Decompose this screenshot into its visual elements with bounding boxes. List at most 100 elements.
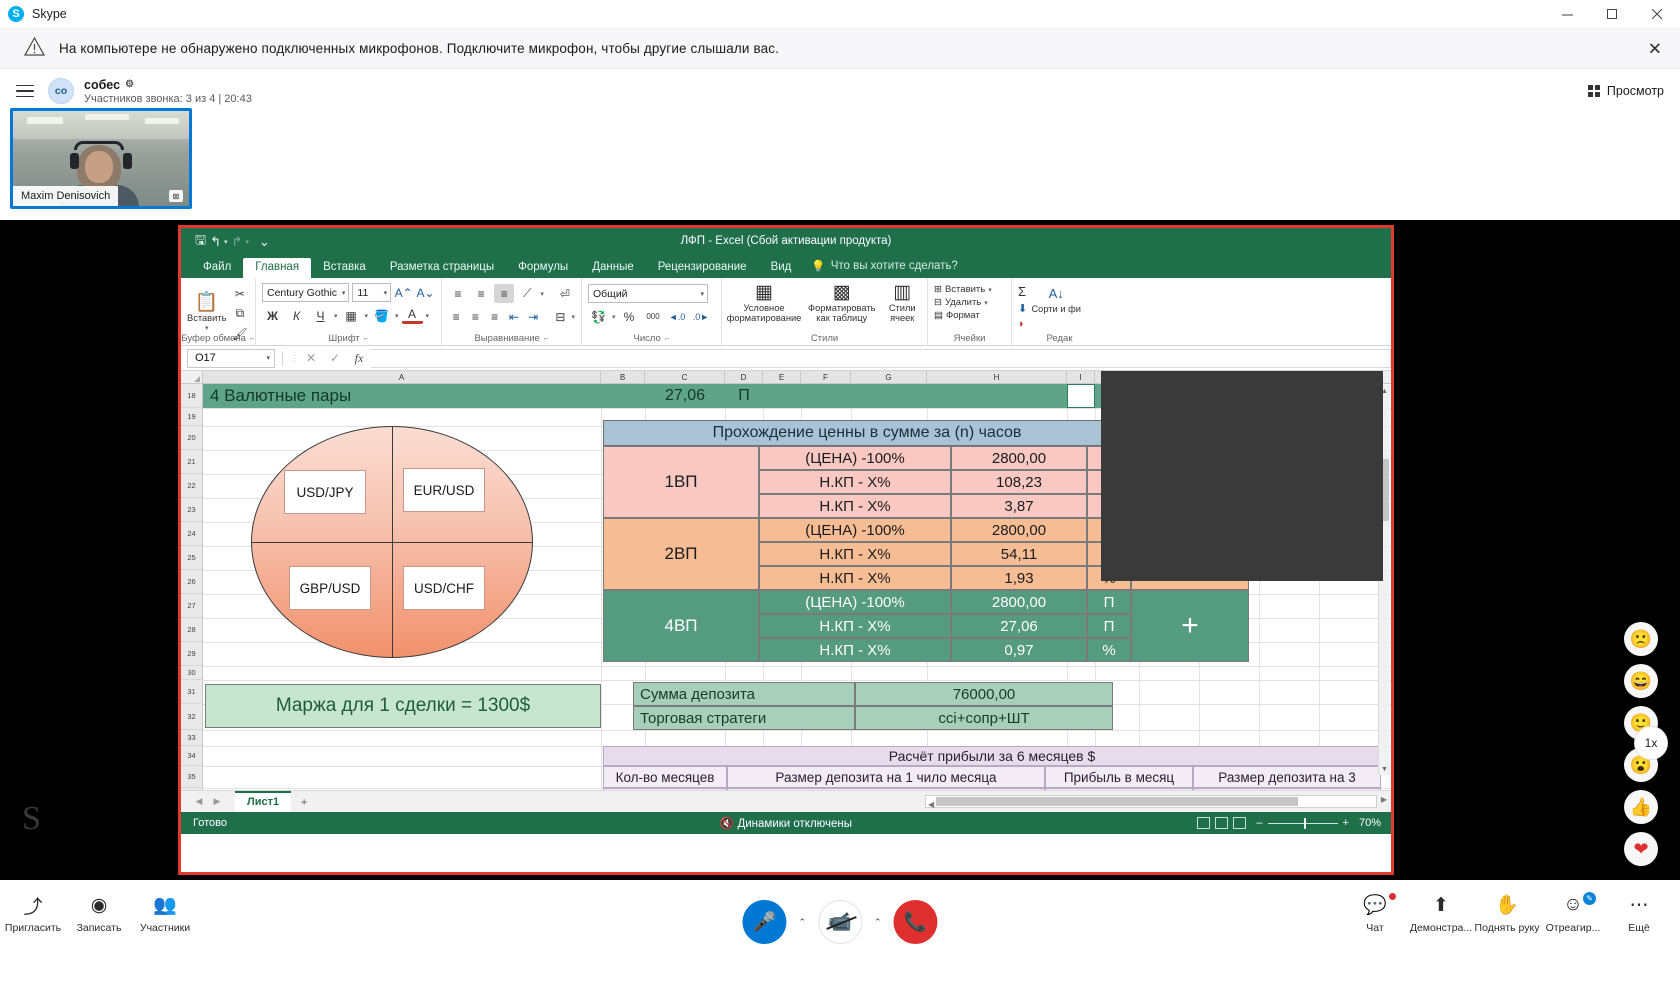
dialog-launcher-icon[interactable]: ⌐ <box>544 334 549 343</box>
group3-row1-value[interactable]: 2800,00 <box>951 590 1087 614</box>
column-header-f[interactable]: F <box>801 371 851 383</box>
font-name-combo[interactable]: Century Gothic ▾ <box>262 283 350 302</box>
group3-row2-unit[interactable]: П <box>1087 614 1131 638</box>
merge-cells-icon[interactable]: ⊟ <box>552 307 568 326</box>
orientation-dropdown-icon[interactable]: ▾ <box>540 290 544 298</box>
tab-view[interactable]: Вид <box>759 258 804 278</box>
screen-share-button[interactable]: ⬆ Демонстра... <box>1408 894 1474 935</box>
page-layout-view-icon[interactable] <box>1215 817 1229 829</box>
cell-i18-selected[interactable] <box>1067 384 1095 408</box>
paste-button[interactable]: 📋 Вставить ▾ <box>187 293 226 332</box>
page-break-view-icon[interactable] <box>1233 817 1247 829</box>
zoom-track[interactable] <box>1267 817 1338 829</box>
tab-insert[interactable]: Вставка <box>311 258 378 278</box>
gear-icon[interactable]: ⚙ <box>125 79 134 90</box>
undo-dropdown-icon[interactable]: ▾ <box>224 238 228 246</box>
group-name-4vp[interactable]: 4ВП <box>603 590 759 662</box>
row-header[interactable]: 34 <box>181 746 202 766</box>
tab-review[interactable]: Рецензирование <box>646 258 759 278</box>
cell-c18[interactable]: 27,06 <box>645 384 725 408</box>
column-header-e[interactable]: E <box>763 371 801 383</box>
copy-icon[interactable]: ⧉ <box>229 304 250 323</box>
shared-excel-window[interactable]: 🖫 ↰ ▾ ↱ ▾ ⌄ ЛФП - Excel (Сбой активации пр… <box>178 225 1394 875</box>
prev-sheet-icon[interactable]: ◀ <box>191 796 207 807</box>
chevron-down-icon[interactable]: ▾ <box>697 290 704 298</box>
row-header[interactable]: 32 <box>181 704 202 730</box>
decrease-indent-icon[interactable]: ⇤ <box>506 307 522 326</box>
zoom-slider[interactable]: – + <box>1256 817 1349 829</box>
group3-row3-unit[interactable]: % <box>1087 638 1131 662</box>
font-color-dropdown-icon[interactable]: ▾ <box>426 312 430 320</box>
group1-row1-value[interactable]: 2800,00 <box>951 446 1087 470</box>
row-header[interactable]: 21 <box>181 450 202 474</box>
cancel-edit-icon[interactable]: ✕ <box>299 351 323 365</box>
view-mode-buttons[interactable] <box>1197 817 1247 829</box>
number-format-combo[interactable]: Общий ▾ <box>588 284 708 303</box>
comma-style-icon[interactable]: 000 <box>643 307 664 326</box>
row-header[interactable]: 19 <box>181 408 202 426</box>
horizontal-scrollbar-thumb[interactable] <box>936 797 1298 806</box>
row-header[interactable]: 31 <box>181 680 202 704</box>
record-button[interactable]: ◉ Записать <box>66 894 132 935</box>
row-header[interactable]: 22 <box>181 474 202 498</box>
group1-row3-value[interactable]: 3,87 <box>951 494 1087 518</box>
align-middle-icon[interactable]: ≡ <box>471 284 491 303</box>
merge-dropdown-icon[interactable]: ▾ <box>572 313 576 321</box>
group2-row3-value[interactable]: 1,93 <box>951 566 1087 590</box>
accept-edit-icon[interactable]: ✓ <box>323 351 347 365</box>
borders-icon[interactable]: ▦ <box>341 306 362 325</box>
percent-style-icon[interactable]: % <box>619 307 640 326</box>
camera-button[interactable]: 📹 <box>818 900 862 944</box>
orientation-icon[interactable]: ⟋ <box>517 284 537 303</box>
align-top-icon[interactable]: ≡ <box>448 284 468 303</box>
column-header-d[interactable]: D <box>725 371 763 383</box>
redo-icon[interactable]: ↱ <box>232 234 243 250</box>
tab-file[interactable]: Файл <box>191 258 243 278</box>
participants-button[interactable]: 👥 Участники <box>132 894 198 934</box>
column-header-h[interactable]: H <box>927 371 1067 383</box>
row-header[interactable]: 20 <box>181 426 202 450</box>
profit-header-deposit-first[interactable]: Размер депозита на 1 чило месяца <box>727 766 1045 788</box>
format-cells-button[interactable]: ▤ Формат <box>934 310 1005 321</box>
end-call-button[interactable]: 📞 <box>893 900 938 944</box>
reaction-thumbsup-icon[interactable]: 👍 <box>1624 790 1658 824</box>
select-all-corner[interactable] <box>181 371 203 383</box>
borders-dropdown-icon[interactable]: ▾ <box>365 312 369 320</box>
paste-dropdown-icon[interactable]: ▾ <box>205 324 209 332</box>
row-header[interactable]: 24 <box>181 522 202 546</box>
scroll-right-icon[interactable]: ▶ <box>1381 795 1387 804</box>
group2-row1-label[interactable]: (ЦЕНА) -100% <box>759 518 951 542</box>
currency-pairs-pie-chart[interactable]: USD/JPY EUR/USD GBP/USD USD/CHF <box>251 426 533 658</box>
insert-function-icon[interactable]: fx <box>347 351 371 366</box>
row-header[interactable]: 26 <box>181 570 202 594</box>
save-icon[interactable]: 🖫 <box>195 231 206 253</box>
clear-icon[interactable]: ◗ <box>1018 318 1027 330</box>
more-button[interactable]: ⋯ Ещё <box>1606 894 1672 935</box>
group-name-1vp[interactable]: 1ВП <box>603 446 759 518</box>
chevron-down-icon[interactable]: ▾ <box>339 289 346 297</box>
add-sheet-icon[interactable]: + <box>293 795 315 809</box>
tell-me-box[interactable]: 💡 Что вы хотите сделать? <box>803 256 965 278</box>
playback-speed-button[interactable]: 1x <box>1634 726 1668 760</box>
invite-button[interactable]: ⤴ Пригласить <box>0 894 66 935</box>
currency-icon[interactable]: 💱 <box>588 307 609 326</box>
cut-icon[interactable]: ✂ <box>229 284 250 303</box>
zoom-out-icon[interactable]: – <box>1256 817 1262 829</box>
spreadsheet-grid[interactable]: A B C D E F G H I J K L M 1 <box>181 371 1391 790</box>
reaction-laugh-icon[interactable]: 😄 <box>1624 664 1658 698</box>
row-header[interactable]: 18 <box>181 384 202 408</box>
group2-row1-value[interactable]: 2800,00 <box>951 518 1087 542</box>
insert-cells-button[interactable]: ⊞ Вставить ▾ <box>934 284 1005 295</box>
conditional-formatting-button[interactable]: ▦ Условное форматирование <box>727 283 802 323</box>
normal-view-icon[interactable] <box>1197 817 1211 829</box>
reaction-heart-icon[interactable]: ❤ <box>1624 832 1658 866</box>
group2-row2-value[interactable]: 54,11 <box>951 542 1087 566</box>
trading-strategy-value[interactable]: cci+сопр+ШТ <box>855 706 1113 730</box>
fill-icon[interactable]: ⬇ <box>1018 302 1027 315</box>
group1-row2-label[interactable]: Н.КП - X% <box>759 470 951 494</box>
close-icon[interactable]: ✕ <box>1648 40 1662 57</box>
reaction-sad-icon[interactable]: 🙁 <box>1624 622 1658 656</box>
scroll-left-icon[interactable]: ◀ <box>928 800 934 809</box>
name-box[interactable]: O17 ▾ <box>187 348 275 368</box>
chevron-down-icon[interactable]: ▾ <box>381 289 388 297</box>
